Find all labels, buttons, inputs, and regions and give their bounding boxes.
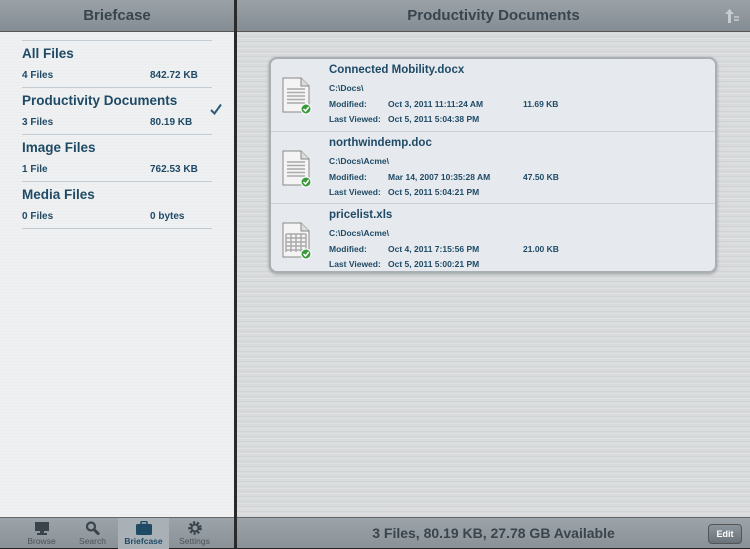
last-viewed-date: Oct 5, 2011 5:04:38 PM <box>388 114 480 124</box>
last-viewed-label: Last Viewed: <box>329 186 381 197</box>
category-count: 4 Files <box>22 70 54 81</box>
category-count: 0 Files <box>22 211 54 222</box>
briefcase-icon <box>135 521 152 535</box>
document-file-icon <box>282 77 312 115</box>
file-size: 21.00 KB <box>523 244 559 255</box>
tab-label: Settings <box>179 536 210 546</box>
tab-label: Browse <box>27 536 56 546</box>
sidebar: Briefcase All Files 4 Files 842.72 KB Pr… <box>0 0 234 549</box>
category-count: 1 File <box>22 164 48 175</box>
category-size: 80.19 KB <box>150 117 193 128</box>
file-path: C:\Docs\Acme\ <box>329 228 389 239</box>
document-file-icon <box>282 150 312 188</box>
gear-icon <box>187 521 202 535</box>
upload-icon[interactable] <box>722 8 740 24</box>
category-size: 762.53 KB <box>150 164 198 175</box>
file-path: C:\Docs\Acme\ <box>329 155 389 166</box>
file-row[interactable]: northwindemp.doc C:\Docs\Acme\ Modified:… <box>271 132 715 205</box>
modified-label: Modified: <box>329 171 367 182</box>
last-viewed-label: Last Viewed: <box>329 259 381 270</box>
category-title: Media Files <box>22 187 95 202</box>
modified-date: Oct 3, 2011 11:11:24 AM <box>388 99 484 109</box>
last-viewed-date: Oct 5, 2011 5:04:21 PM <box>388 186 480 197</box>
monitor-icon <box>34 522 49 535</box>
category-productivity-documents[interactable]: Productivity Documents 3 Files 80.19 KB <box>22 88 212 135</box>
sidebar-title: Briefcase <box>0 0 234 32</box>
tab-settings[interactable]: Settings <box>169 518 220 549</box>
status-bar: 3 Files, 80.19 KB, 27.78 GB Available Ed… <box>237 517 750 548</box>
tab-briefcase[interactable]: Briefcase <box>118 518 169 549</box>
checkmark-icon <box>210 103 222 115</box>
file-path: C:\Docs\ <box>329 83 364 93</box>
search-icon <box>85 521 100 535</box>
file-row[interactable]: pricelist.xls C:\Docs\Acme\ Modified: Oc… <box>271 204 715 271</box>
category-media-files[interactable]: Media Files 0 Files 0 bytes <box>22 182 212 229</box>
file-size: 11.69 KB <box>523 99 559 109</box>
main-title: Productivity Documents <box>237 0 750 32</box>
category-count: 3 Files <box>22 117 54 128</box>
spreadsheet-file-icon <box>282 222 312 260</box>
last-viewed-date: Oct 5, 2011 5:00:21 PM <box>388 259 480 270</box>
file-name: northwindemp.doc <box>329 136 432 149</box>
last-viewed-label: Last Viewed: <box>329 114 381 124</box>
tab-browse[interactable]: Browse <box>16 518 67 549</box>
modified-label: Modified: <box>329 244 367 255</box>
category-size: 0 bytes <box>150 211 185 222</box>
status-text: 3 Files, 80.19 KB, 27.78 GB Available <box>372 525 615 541</box>
category-title: Productivity Documents <box>22 93 178 108</box>
tab-search[interactable]: Search <box>67 518 118 549</box>
category-all-files[interactable]: All Files 4 Files 842.72 KB <box>22 41 212 88</box>
edit-button[interactable]: Edit <box>708 524 742 544</box>
file-name: pricelist.xls <box>329 209 393 222</box>
category-image-files[interactable]: Image Files 1 File 762.53 KB <box>22 135 212 182</box>
tab-bar: Browse Search Briefcase Settings <box>0 517 234 549</box>
file-name: Connected Mobility.docx <box>329 64 465 76</box>
modified-date: Mar 14, 2007 10:35:28 AM <box>388 171 491 182</box>
file-row[interactable]: Connected Mobility.docx C:\Docs\ Modifie… <box>271 59 715 132</box>
category-title: Image Files <box>22 140 96 155</box>
file-size: 47.50 KB <box>523 171 559 182</box>
category-size: 842.72 KB <box>150 70 198 81</box>
main-title-text: Productivity Documents <box>407 7 580 24</box>
main-panel: Productivity Documents Connected Mobilit… <box>237 0 750 548</box>
category-title: All Files <box>22 46 74 61</box>
tab-label: Search <box>79 536 106 546</box>
tab-label: Briefcase <box>124 536 163 546</box>
modified-date: Oct 4, 2011 7:15:56 PM <box>388 244 480 255</box>
file-list: Connected Mobility.docx C:\Docs\ Modifie… <box>269 57 717 273</box>
modified-label: Modified: <box>329 99 367 109</box>
